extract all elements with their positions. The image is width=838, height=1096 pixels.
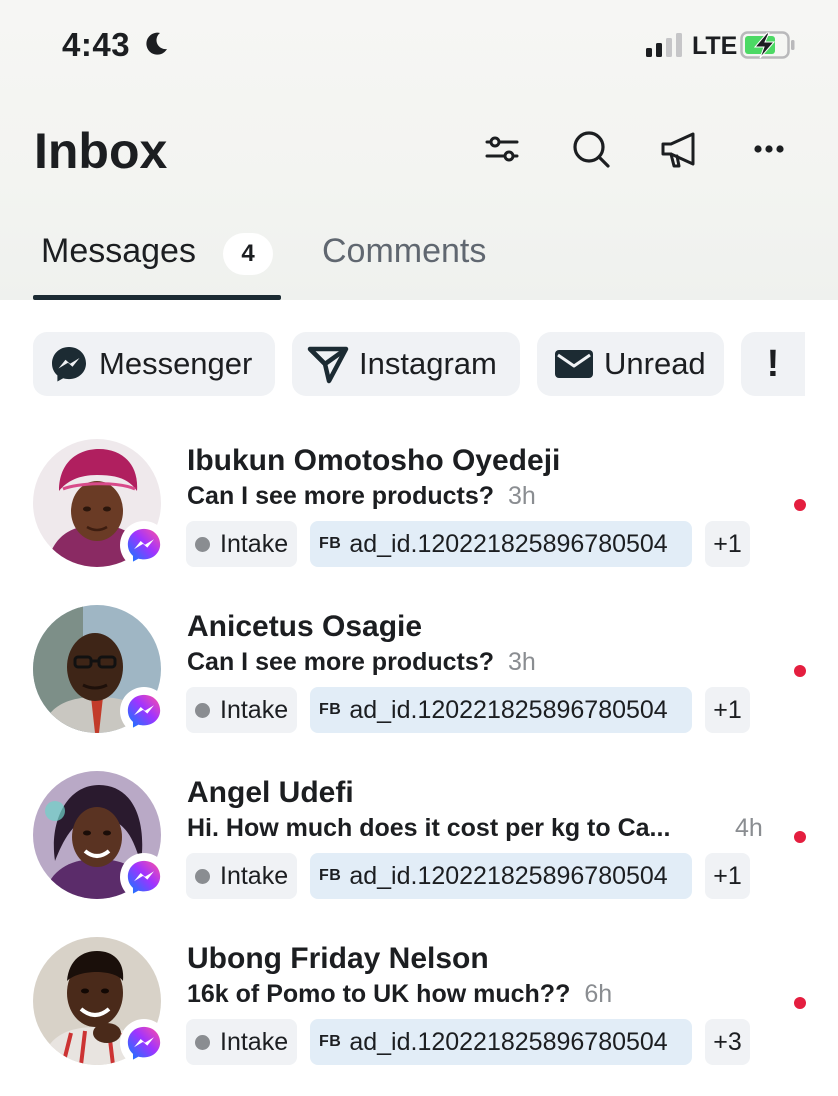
active-tab-indicator xyxy=(33,295,281,300)
filter-chip-label: Messenger xyxy=(99,346,253,381)
ad-tag-label: ad_id.120221825896780504 xyxy=(349,861,668,890)
message-preview: Can I see more products? 3h xyxy=(187,482,536,511)
messenger-icon xyxy=(52,347,86,382)
ad-tag-label: ad_id.120221825896780504 xyxy=(349,695,668,724)
ad-tag-label: ad_id.120221825896780504 xyxy=(349,1027,668,1056)
ad-tag[interactable]: FB ad_id.120221825896780504 xyxy=(310,521,692,567)
fb-prefix: FB xyxy=(319,535,342,552)
messenger-badge-icon xyxy=(120,687,168,735)
status-tag-label: Intake xyxy=(220,1027,289,1056)
message-time: 3h xyxy=(508,648,536,676)
conversation-row[interactable]: Angel Udefi Hi. How much does it cost pe… xyxy=(0,764,838,930)
conversation-row[interactable]: Ubong Friday Nelson 16k of Pomo to UK ho… xyxy=(0,930,838,1096)
message-preview: 16k of Pomo to UK how much?? 6h xyxy=(187,980,612,1009)
status-tag[interactable]: Intake xyxy=(186,853,297,899)
filter-chip-instagram[interactable]: Instagram xyxy=(292,332,520,396)
message-preview: Can I see more products? 3h xyxy=(187,648,536,677)
ad-tag[interactable]: FB ad_id.120221825896780504 xyxy=(310,853,692,899)
status-tag[interactable]: Intake xyxy=(186,1019,297,1065)
contact-name: Anicetus Osagie xyxy=(187,610,423,643)
filter-chip-attention[interactable]: ! xyxy=(741,332,805,396)
status-time: 4:43 xyxy=(62,26,131,63)
ad-tag-label: ad_id.120221825896780504 xyxy=(349,529,668,558)
ad-tag[interactable]: FB ad_id.120221825896780504 xyxy=(310,1019,692,1065)
contact-name: Ubong Friday Nelson xyxy=(187,942,489,975)
preview-text: 16k of Pomo to UK how much?? xyxy=(187,980,571,1008)
messenger-badge-icon xyxy=(120,853,168,901)
unread-indicator xyxy=(794,997,806,1009)
conversation-row[interactable]: Anicetus Osagie Can I see more products?… xyxy=(0,598,838,764)
more-tags-badge[interactable]: +3 xyxy=(705,1019,750,1065)
tab-comments[interactable]: Comments xyxy=(322,232,486,271)
filter-sliders-icon[interactable] xyxy=(481,128,523,170)
ad-tag[interactable]: FB ad_id.120221825896780504 xyxy=(310,687,692,733)
signal-bars-icon xyxy=(646,33,682,57)
messenger-badge-icon xyxy=(120,521,168,569)
messenger-badge-icon xyxy=(120,1019,168,1067)
megaphone-icon[interactable] xyxy=(659,128,701,170)
filter-chip-label: Unread xyxy=(604,346,706,381)
more-tags-badge[interactable]: +1 xyxy=(705,521,750,567)
search-icon[interactable] xyxy=(570,128,612,170)
moon-icon xyxy=(146,32,167,55)
tab-messages[interactable]: Messages xyxy=(41,232,196,271)
unread-indicator xyxy=(794,665,806,677)
status-tag-label: Intake xyxy=(220,861,289,890)
fb-prefix: FB xyxy=(319,1033,342,1050)
unread-indicator xyxy=(794,499,806,511)
preview-text: Can I see more products? xyxy=(187,482,495,510)
more-tags-badge[interactable]: +1 xyxy=(705,687,750,733)
messages-count-badge: 4 xyxy=(223,233,273,275)
status-dot-icon xyxy=(195,702,210,718)
message-preview: Hi. How much does it cost per kg to Ca..… xyxy=(187,814,670,843)
contact-name: Angel Udefi xyxy=(187,776,354,809)
more-tags-badge[interactable]: +1 xyxy=(705,853,750,899)
page-title: Inbox xyxy=(34,123,168,179)
status-dot-icon xyxy=(195,536,210,552)
envelope-icon xyxy=(555,350,593,378)
network-label: LTE xyxy=(692,32,738,60)
filter-chip-label: ! xyxy=(766,342,780,385)
instagram-direct-icon xyxy=(307,346,349,384)
filter-chip-unread[interactable]: Unread xyxy=(537,332,724,396)
fb-prefix: FB xyxy=(319,867,342,884)
status-dot-icon xyxy=(195,1034,210,1050)
status-dot-icon xyxy=(195,868,210,884)
contact-name: Ibukun Omotosho Oyedeji xyxy=(187,444,561,477)
filter-chip-label: Instagram xyxy=(359,346,497,381)
status-tag-label: Intake xyxy=(220,695,289,724)
conversation-row[interactable]: Ibukun Omotosho Oyedeji Can I see more p… xyxy=(0,432,838,598)
message-time: 3h xyxy=(508,482,536,510)
unread-indicator xyxy=(794,831,806,843)
filter-chip-messenger[interactable]: Messenger xyxy=(33,332,275,396)
status-tag[interactable]: Intake xyxy=(186,521,297,567)
preview-text: Can I see more products? xyxy=(187,648,495,676)
message-time: 6h xyxy=(584,980,613,1008)
battery-charging-icon xyxy=(740,31,795,59)
status-tag[interactable]: Intake xyxy=(186,687,297,733)
status-tag-label: Intake xyxy=(220,529,289,558)
more-dots-icon[interactable] xyxy=(748,128,790,170)
message-time: 4h xyxy=(735,814,763,842)
preview-text: Hi. How much does it cost per kg to Ca..… xyxy=(187,814,671,842)
fb-prefix: FB xyxy=(319,701,342,718)
